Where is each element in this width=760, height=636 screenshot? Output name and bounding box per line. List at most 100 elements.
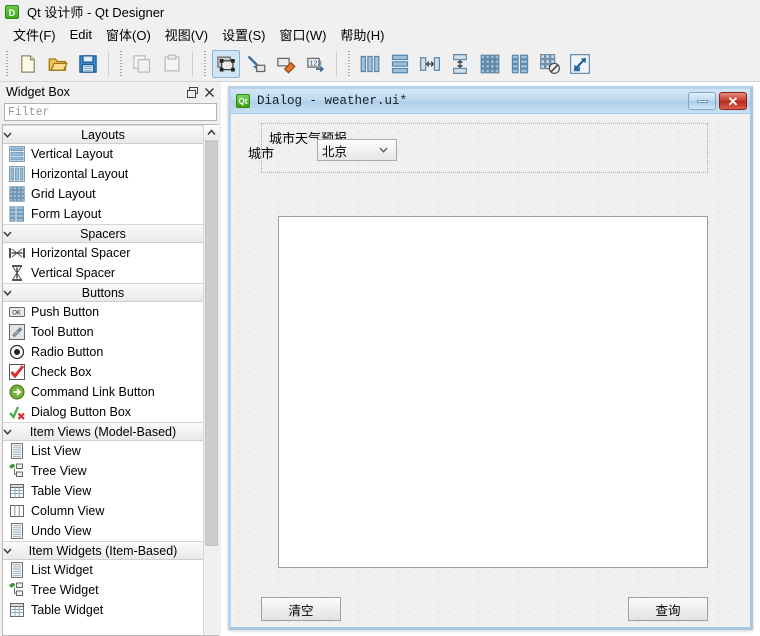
layout-splitter-h-icon <box>420 54 440 74</box>
widget-box-item[interactable]: Command Link Button <box>3 382 203 402</box>
list-view-icon <box>8 443 25 459</box>
menu-settings[interactable]: 设置(S) <box>215 23 272 46</box>
edit-buddies-button[interactable] <box>272 50 300 78</box>
widget-category-header[interactable]: Item Widgets (Item-Based) <box>3 541 203 560</box>
save-disk-button[interactable] <box>74 50 102 78</box>
widget-box-item[interactable]: List View <box>3 441 203 461</box>
close-icon[interactable] <box>201 84 218 100</box>
widget-box-item[interactable]: Undo View <box>3 521 203 541</box>
dialog-titlebar[interactable]: Qt Dialog - weather.ui* ✕ <box>231 89 750 114</box>
toolbar-grip[interactable] <box>117 50 125 77</box>
widget-box-item-label: Horizontal Spacer <box>31 246 131 260</box>
widget-category-header[interactable]: Layouts <box>3 125 203 144</box>
paste-button <box>158 50 186 78</box>
menu-window[interactable]: 窗口(W) <box>272 23 333 46</box>
edit-widgets-button[interactable] <box>212 49 240 78</box>
paste-icon <box>162 54 182 74</box>
layout-splitter-v-button[interactable] <box>446 50 474 78</box>
clear-button[interactable]: 清空 <box>261 597 341 621</box>
table-view-icon <box>8 483 25 499</box>
new-file-icon <box>18 54 38 74</box>
edit-signals-slots-icon <box>246 54 266 74</box>
filter-placeholder: Filter <box>8 105 50 119</box>
minimize-button[interactable] <box>688 92 716 110</box>
widget-box-item[interactable]: List Widget <box>3 560 203 580</box>
menu-view[interactable]: 视图(V) <box>158 23 215 46</box>
grid-layout-icon <box>8 186 25 202</box>
widget-box-item[interactable]: Tree View <box>3 461 203 481</box>
widget-category-label: Spacers <box>80 226 126 241</box>
menu-help[interactable]: 帮助(H) <box>333 23 391 46</box>
widget-category-header[interactable]: Item Views (Model-Based) <box>3 422 203 441</box>
layout-form-button[interactable] <box>506 50 534 78</box>
widget-box-item[interactable]: Horizontal Layout <box>3 164 203 184</box>
chevron-down-icon <box>3 429 21 435</box>
widget-box-item[interactable]: Table View <box>3 481 203 501</box>
app-icon: D <box>5 4 19 19</box>
widget-box-item-label: Column View <box>31 504 105 518</box>
layout-horizontal-button[interactable] <box>356 50 384 78</box>
widget-category-header[interactable]: Spacers <box>3 224 203 243</box>
toolbar-grip[interactable] <box>345 50 353 77</box>
menubar: 文件(F) Edit 窗体(O) 视图(V) 设置(S) 窗口(W) 帮助(H) <box>0 23 760 46</box>
widget-box-item[interactable]: Vertical Layout <box>3 144 203 164</box>
undock-icon[interactable] <box>184 84 201 100</box>
widget-box-item-label: Radio Button <box>31 345 104 359</box>
widget-box-item[interactable]: Vertical Spacer <box>3 263 203 283</box>
menu-edit[interactable]: Edit <box>63 25 99 44</box>
scrollbar-thumb[interactable] <box>205 141 218 546</box>
toolbar-separator <box>336 51 337 76</box>
widget-box-item[interactable]: Radio Button <box>3 342 203 362</box>
edit-buddies-icon <box>276 54 296 74</box>
widget-box-item[interactable]: Dialog Button Box <box>3 402 203 422</box>
widget-box-item-label: Tool Button <box>31 325 94 339</box>
widget-box-item-label: List Widget <box>31 563 93 577</box>
widget-box-item[interactable]: Horizontal Spacer <box>3 243 203 263</box>
query-button[interactable]: 查询 <box>628 597 708 621</box>
adjust-size-button[interactable] <box>566 50 594 78</box>
tree-view-icon <box>8 463 25 479</box>
widget-box-item-label: List View <box>31 444 81 458</box>
widget-box-item[interactable]: Table Widget <box>3 600 203 620</box>
widget-box-item-label: Vertical Layout <box>31 147 113 161</box>
edit-signals-slots-button[interactable] <box>242 50 270 78</box>
widget-box-filter[interactable]: Filter <box>4 103 217 121</box>
widget-box-item[interactable]: Grid Layout <box>3 184 203 204</box>
widget-box-scrollbar[interactable] <box>203 125 219 635</box>
widget-box-item[interactable]: Form Layout <box>3 204 203 224</box>
layout-grid-button[interactable] <box>476 50 504 78</box>
layout-vertical-button[interactable] <box>386 50 414 78</box>
widget-category-header[interactable]: Buttons <box>3 283 203 302</box>
edit-tab-order-icon: 123 <box>306 54 326 74</box>
new-file-button[interactable] <box>14 50 42 78</box>
widget-box-item-label: Command Link Button <box>31 385 155 399</box>
menu-file[interactable]: 文件(F) <box>6 23 63 46</box>
tree-widget-icon <box>8 582 25 598</box>
adjust-size-icon <box>570 53 590 74</box>
close-icon: ✕ <box>727 93 739 109</box>
toolbar-grip[interactable] <box>3 50 11 77</box>
widget-box-item-label: Dialog Button Box <box>31 405 132 419</box>
tool-button-icon <box>8 324 25 340</box>
widget-box-item[interactable]: OK Push Button <box>3 302 203 322</box>
city-combobox[interactable]: 北京 <box>317 139 397 161</box>
widget-box-dock: Widget Box Filter Layouts Vertical Layout… <box>0 82 221 636</box>
widget-box-item[interactable]: Tree Widget <box>3 580 203 600</box>
minimize-icon <box>696 99 708 103</box>
open-folder-button[interactable] <box>44 50 72 78</box>
menu-form[interactable]: 窗体(O) <box>99 23 158 46</box>
widget-box-item[interactable]: Tool Button <box>3 322 203 342</box>
close-button[interactable]: ✕ <box>719 92 747 110</box>
horizontal-spacer-icon <box>8 245 25 261</box>
toolbar-grip[interactable] <box>201 50 209 77</box>
layout-splitter-h-button[interactable] <box>416 50 444 78</box>
chevron-up-icon[interactable] <box>204 125 219 141</box>
widget-box-item[interactable]: Check Box <box>3 362 203 382</box>
weather-text-edit[interactable] <box>278 216 708 568</box>
edit-widgets-icon <box>216 54 236 74</box>
edit-tab-order-button[interactable]: 123 <box>302 50 330 78</box>
break-layout-button[interactable] <box>536 50 564 78</box>
widget-category-label: Item Views (Model-Based) <box>29 424 177 439</box>
dialog-window: Qt Dialog - weather.ui* ✕ 城市天气预报 城市 北京 清… <box>228 86 753 630</box>
widget-box-item[interactable]: Column View <box>3 501 203 521</box>
